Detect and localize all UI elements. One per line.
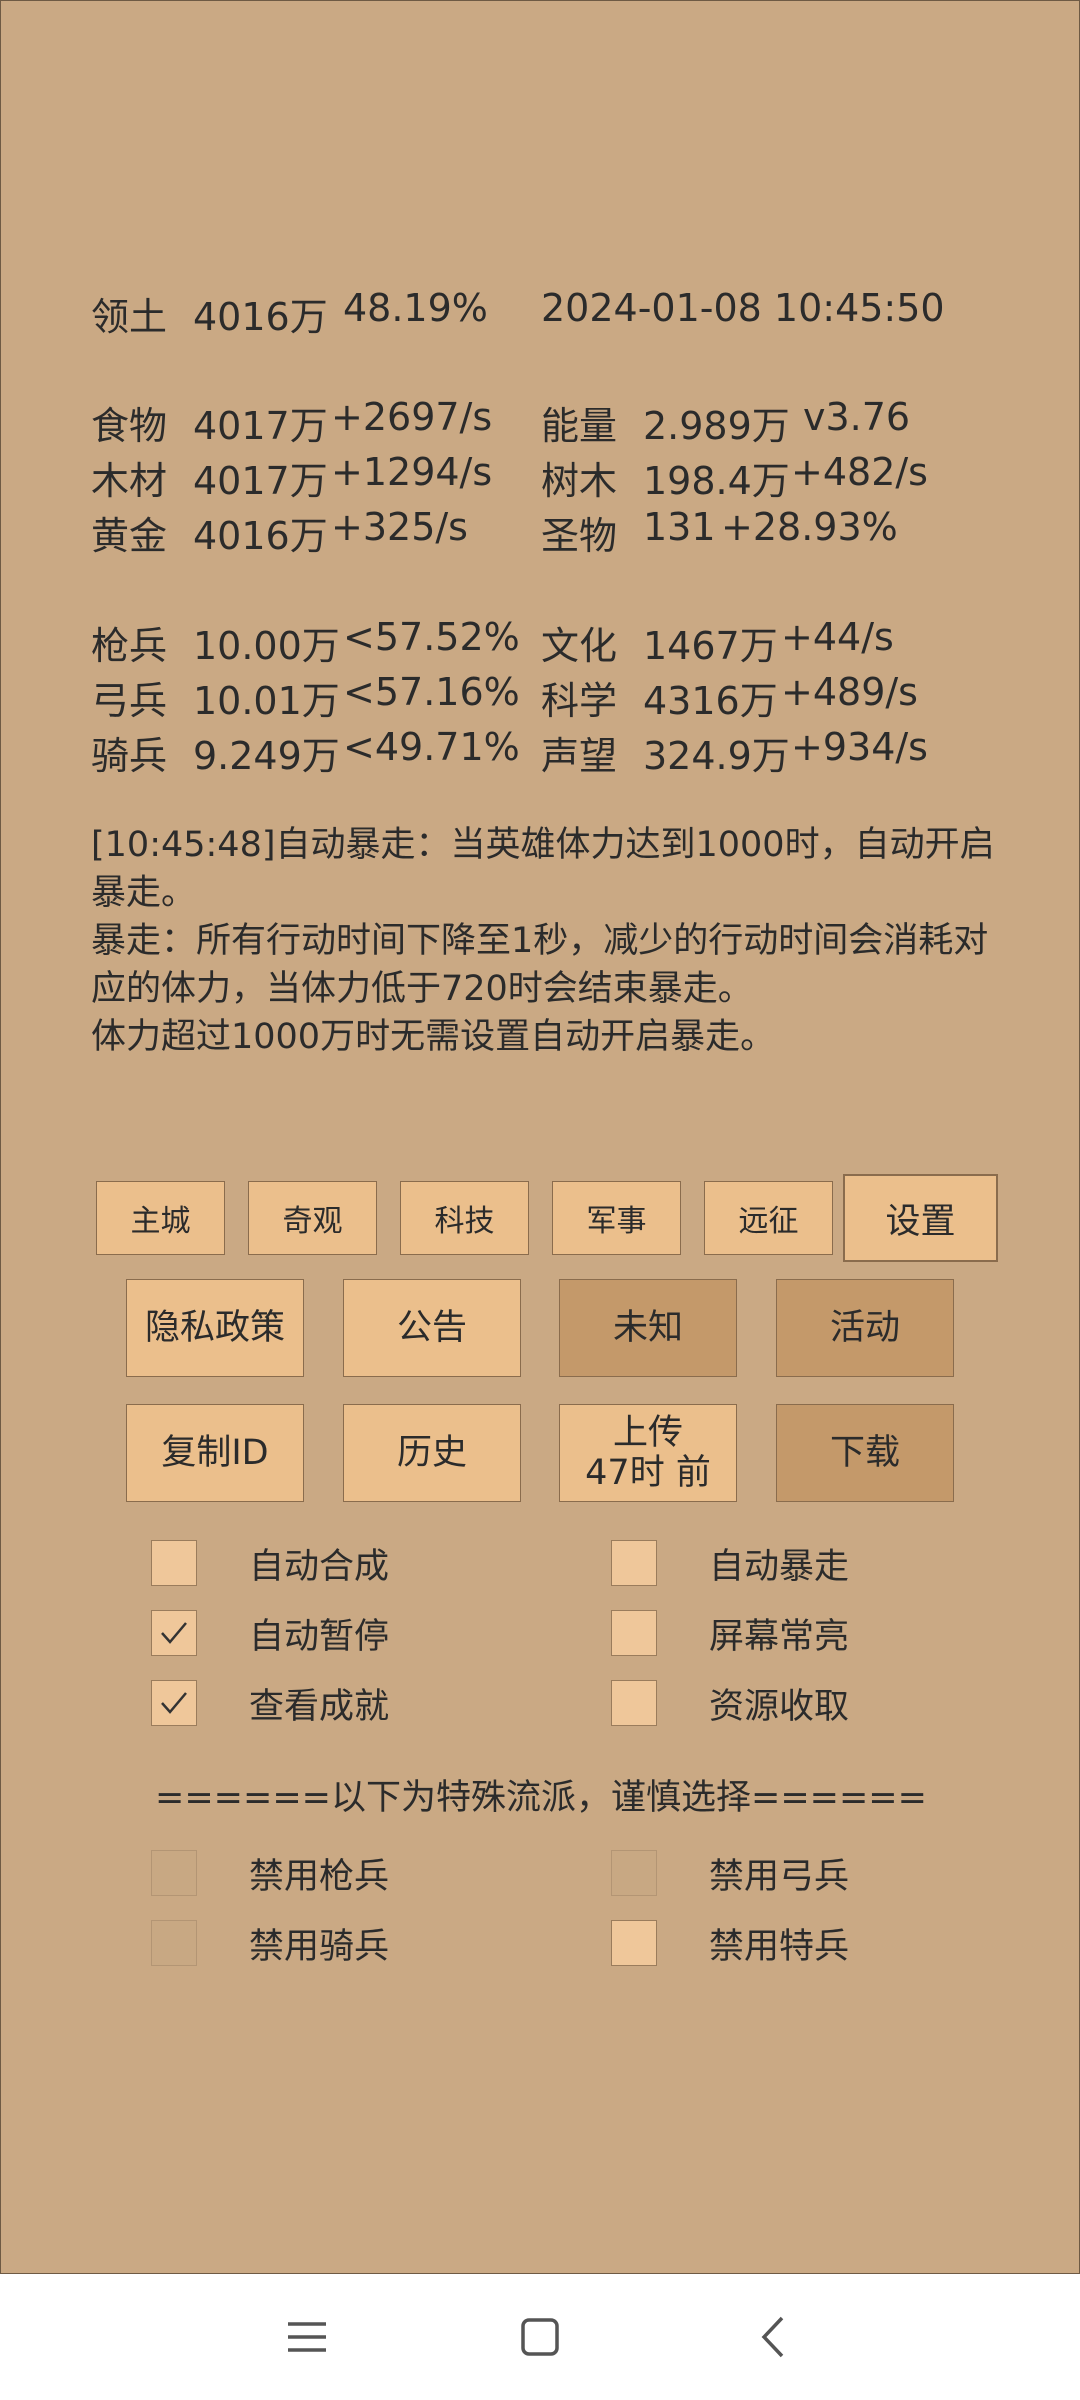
cavalry-value: 9.249万 (193, 734, 340, 778)
spearman-value: 10.00万 (193, 624, 340, 668)
menu-icon[interactable] (282, 2312, 332, 2362)
upload-label: 上传 (612, 1413, 683, 1453)
current-datetime: 2024-01-08 10:45:50 (541, 286, 945, 330)
trees-rate: +482/s (791, 450, 928, 494)
upload-button[interactable]: 上传 47时 前 (559, 1404, 737, 1502)
gold-label: 黄金 (91, 514, 168, 558)
option-label: 自动暴走 (709, 1546, 850, 1587)
territory-value: 4016万 (193, 295, 328, 339)
option-label: 自动暂停 (249, 1616, 390, 1657)
tab-wonders[interactable]: 奇观 (248, 1181, 377, 1255)
event-log: [10:45:48]自动暴走：当英雄体力达到1000时，自动开启暴走。 暴走：所… (91, 821, 1011, 1061)
checkbox[interactable] (151, 1610, 197, 1656)
option-disable-special[interactable]: 禁用特兵 (611, 1918, 849, 1968)
special-divider: ======以下为特殊流派，谨慎选择====== (155, 1778, 927, 1818)
archer-rate: <57.16% (343, 670, 520, 714)
announcement-button[interactable]: 公告 (343, 1279, 521, 1377)
culture-value: 1467万 (643, 624, 778, 668)
option-screen-on[interactable]: 屏幕常亮 (611, 1608, 849, 1658)
option-resource-collect[interactable]: 资源收取 (611, 1678, 849, 1728)
cavalry-rate: <49.71% (343, 725, 520, 769)
checkbox[interactable] (611, 1610, 657, 1656)
option-label: 禁用弓兵 (709, 1856, 850, 1897)
science-rate: +489/s (781, 670, 918, 714)
version-text: v3.76 (803, 395, 911, 439)
unknown-button[interactable]: 未知 (559, 1279, 737, 1377)
option-label: 禁用骑兵 (249, 1926, 390, 1967)
food-rate: +2697/s (331, 395, 493, 439)
checkbox[interactable] (611, 1540, 657, 1586)
option-auto-merge[interactable]: 自动合成 (151, 1538, 389, 1588)
events-button[interactable]: 活动 (776, 1279, 954, 1377)
relics-label: 圣物 (541, 514, 618, 558)
archer-label: 弓兵 (91, 679, 168, 723)
log-line: 体力超过1000万时无需设置自动开启暴走。 (91, 1017, 776, 1057)
option-label: 禁用枪兵 (249, 1856, 390, 1897)
prestige-label: 声望 (541, 734, 618, 778)
gold-rate: +325/s (331, 505, 468, 549)
option-label: 禁用特兵 (709, 1926, 850, 1967)
log-line: 暴走：所有行动时间下降至1秒，减少的行动时间会消耗对应的体力，当体力低于720时… (91, 921, 989, 1009)
option-view-achievements[interactable]: 查看成就 (151, 1678, 389, 1728)
checkbox[interactable] (611, 1680, 657, 1726)
tab-technology[interactable]: 科技 (400, 1181, 529, 1255)
download-button[interactable]: 下载 (776, 1404, 954, 1502)
trees-label: 树木 (541, 459, 618, 503)
option-label: 资源收取 (709, 1686, 850, 1727)
tab-settings[interactable]: 设置 (843, 1174, 998, 1262)
check-icon (161, 1692, 187, 1714)
option-disable-cavalry[interactable]: 禁用骑兵 (151, 1918, 389, 1968)
science-value: 4316万 (643, 679, 778, 723)
history-button[interactable]: 历史 (343, 1404, 521, 1502)
check-icon (161, 1622, 187, 1644)
option-auto-rampage[interactable]: 自动暴走 (611, 1538, 849, 1588)
culture-rate: +44/s (781, 615, 894, 659)
science-label: 科学 (541, 679, 618, 723)
checkbox[interactable] (611, 1850, 657, 1896)
food-value: 4017万 (193, 404, 328, 448)
copy-id-button[interactable]: 复制ID (126, 1404, 304, 1502)
checkbox[interactable] (151, 1920, 197, 1966)
checkbox[interactable] (151, 1540, 197, 1586)
option-label: 查看成就 (249, 1686, 390, 1727)
privacy-policy-button[interactable]: 隐私政策 (126, 1279, 304, 1377)
tab-main-city[interactable]: 主城 (96, 1181, 225, 1255)
cavalry-label: 骑兵 (91, 734, 168, 778)
log-line: [10:45:48]自动暴走：当英雄体力达到1000时，自动开启暴走。 (91, 825, 995, 913)
checkbox[interactable] (151, 1680, 197, 1726)
back-icon[interactable] (750, 2312, 800, 2362)
relics-value: 131 (643, 505, 716, 549)
game-screen: 领土 4016万 48.19% 2024-01-08 10:45:50 食物 4… (0, 0, 1080, 2274)
upload-time: 47时 前 (585, 1453, 711, 1493)
option-auto-pause[interactable]: 自动暂停 (151, 1608, 389, 1658)
wood-rate: +1294/s (331, 450, 493, 494)
option-label: 自动合成 (249, 1546, 390, 1587)
spearman-rate: <57.52% (343, 615, 520, 659)
checkbox[interactable] (611, 1920, 657, 1966)
tab-military[interactable]: 军事 (552, 1181, 681, 1255)
option-label: 屏幕常亮 (709, 1616, 850, 1657)
system-nav-bar (0, 2274, 1080, 2400)
energy-label: 能量 (541, 404, 618, 448)
home-icon[interactable] (515, 2312, 565, 2362)
territory-label: 领土 (91, 295, 168, 339)
culture-label: 文化 (541, 624, 618, 668)
tab-expedition[interactable]: 远征 (704, 1181, 833, 1255)
prestige-rate: +934/s (791, 725, 928, 769)
trees-value: 198.4万 (643, 459, 790, 503)
relics-rate: +28.93% (721, 505, 898, 549)
territory-percent: 48.19% (343, 286, 488, 330)
wood-label: 木材 (91, 459, 168, 503)
wood-value: 4017万 (193, 459, 328, 503)
gold-value: 4016万 (193, 514, 328, 558)
option-disable-archer[interactable]: 禁用弓兵 (611, 1848, 849, 1898)
checkbox[interactable] (151, 1850, 197, 1896)
energy-value: 2.989万 (643, 404, 790, 448)
food-label: 食物 (91, 404, 168, 448)
prestige-value: 324.9万 (643, 734, 790, 778)
archer-value: 10.01万 (193, 679, 340, 723)
spearman-label: 枪兵 (91, 624, 168, 668)
option-disable-spearman[interactable]: 禁用枪兵 (151, 1848, 389, 1898)
